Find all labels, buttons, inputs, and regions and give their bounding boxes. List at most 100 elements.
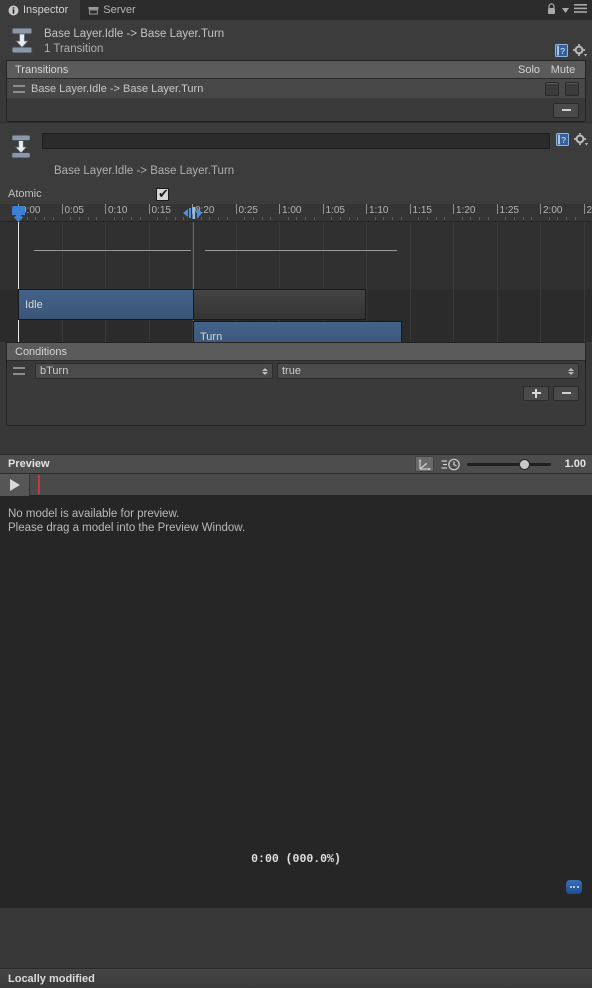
- timeline-tick-label: 1:05: [325, 205, 345, 216]
- timeline-gridline: [105, 222, 106, 342]
- timeline-tick-label: 1:25: [499, 205, 519, 216]
- remove-condition-button[interactable]: [553, 385, 579, 401]
- timeline-tick: [583, 204, 585, 214]
- mute-toggle[interactable]: [565, 81, 579, 96]
- info-icon: [8, 5, 19, 16]
- transition-name-input[interactable]: [42, 133, 550, 149]
- timeline-gridline: [496, 222, 498, 342]
- transitions-panel-footer: [7, 99, 585, 121]
- timeline-subtick: [44, 217, 46, 220]
- transition-timeline[interactable]: 0:00 0:05 0:10 0:15 0:20 0:25 1:00 1:05 1:10 1:15…: [0, 204, 592, 342]
- timeline-subtick: [113, 217, 115, 220]
- condition-value-dropdown[interactable]: true: [277, 363, 579, 379]
- slider-knob[interactable]: [519, 458, 530, 470]
- add-condition-button[interactable]: [523, 385, 549, 401]
- chevron-down-icon[interactable]: [562, 4, 569, 16]
- hamburger-menu-icon[interactable]: [574, 3, 587, 17]
- timeline-tracks[interactable]: Idle Turn: [0, 222, 592, 342]
- timeline-tick: [322, 204, 324, 214]
- preview-speed-slider[interactable]: [467, 456, 551, 472]
- preview-playhead[interactable]: [38, 475, 40, 494]
- chevron-updown-icon: [262, 367, 268, 375]
- condition-value: true: [282, 365, 301, 377]
- transitions-panel: Transitions Solo Mute Base Layer.Idle ->…: [6, 60, 586, 122]
- timeline-start-marker-icon[interactable]: [12, 206, 25, 220]
- preview-title: Preview: [8, 458, 50, 470]
- timeline-subtick: [479, 217, 481, 220]
- playback-speed-clock-icon[interactable]: [441, 456, 460, 472]
- timeline-tick-label: 0:05: [64, 205, 84, 216]
- solo-toggle[interactable]: [545, 81, 559, 96]
- timeline-subtick: [70, 217, 72, 220]
- preview-playback-bar[interactable]: [0, 473, 592, 496]
- timeline-tick: [366, 204, 367, 214]
- timeline-gridline: [583, 222, 585, 342]
- remove-transition-button[interactable]: [553, 102, 579, 118]
- timeline-upper-band: [0, 222, 592, 290]
- transition-icon: [10, 133, 32, 161]
- timeline-subtick: [548, 217, 550, 220]
- tab-inspector-label: Inspector: [23, 4, 69, 16]
- timeline-subtick: [566, 217, 568, 220]
- timeline-tick-label: 1:15: [412, 205, 432, 216]
- timeline-subtick: [270, 217, 272, 220]
- timeline-subtick: [287, 217, 289, 220]
- timeline-subtick: [261, 217, 263, 220]
- timeline-tick: [453, 204, 454, 214]
- preview-header: Preview 1.00: [0, 454, 592, 474]
- timeline-subtick: [226, 217, 228, 220]
- atomic-label: Atomic: [8, 188, 42, 200]
- chevron-updown-icon: [568, 367, 574, 375]
- tab-server[interactable]: Server: [80, 0, 147, 20]
- timeline-tick: [235, 204, 237, 214]
- condition-parameter-dropdown[interactable]: bTurn: [35, 363, 273, 379]
- timeline-subtick: [513, 217, 515, 220]
- play-icon[interactable]: [0, 473, 30, 496]
- timeline-tick-label: 1:00: [282, 205, 302, 216]
- conditions-panel: Conditions bTurn true: [6, 342, 586, 426]
- source-curve-line: [34, 250, 191, 251]
- table-row[interactable]: Base Layer.Idle -> Base Layer.Turn: [7, 79, 585, 99]
- drag-handle-icon[interactable]: [13, 84, 25, 93]
- timeline-ruler[interactable]: 0:00 0:05 0:10 0:15 0:20 0:25 1:00 1:05 1:10 1:15…: [0, 204, 592, 222]
- gear-icon[interactable]: [573, 44, 587, 60]
- timeline-subtick: [122, 217, 124, 220]
- slider-track: [467, 462, 551, 466]
- timeline-gridline: [148, 222, 150, 342]
- checkmark-icon: ✔: [158, 186, 169, 202]
- timeline-subtick: [165, 217, 167, 220]
- transition-detail-controls: ?: [556, 133, 588, 149]
- source-clip-label: Idle: [25, 298, 43, 311]
- source-clip[interactable]: Idle: [18, 289, 194, 320]
- preview-speed-value: 1.00: [564, 458, 586, 470]
- conditions-panel-title: Conditions: [15, 345, 67, 358]
- gear-icon[interactable]: [574, 133, 588, 149]
- timeline-subtick: [348, 217, 350, 220]
- timeline-subtick: [418, 217, 420, 220]
- timeline-tick-label: 1:20: [456, 205, 476, 216]
- atomic-checkbox[interactable]: ✔: [156, 186, 169, 202]
- timeline-tick: [148, 204, 150, 214]
- timeline-tick-label: 2:00: [543, 205, 563, 216]
- preview-canvas[interactable]: No model is available for preview. Pleas…: [0, 496, 592, 908]
- timeline-subtick: [357, 217, 359, 220]
- timeline-tick: [540, 204, 541, 214]
- help-book-icon[interactable]: ?: [555, 44, 568, 60]
- lock-icon[interactable]: [546, 2, 557, 18]
- pivot-axis-icon[interactable]: [415, 456, 434, 472]
- timeline-subtick: [339, 217, 341, 220]
- timeline-subtick: [522, 217, 524, 220]
- tab-inspector[interactable]: Inspector: [0, 0, 81, 20]
- more-options-icon[interactable]: [566, 880, 582, 894]
- timeline-tick-label: 2: [586, 205, 592, 216]
- timeline-tick-label: 0:10: [108, 205, 128, 216]
- drag-handle-icon[interactable]: [13, 367, 25, 375]
- source-clip-tail[interactable]: [193, 289, 366, 320]
- help-book-icon[interactable]: ?: [556, 133, 569, 149]
- status-badge: Locally modified: [8, 972, 95, 985]
- transition-duration-handle-icon[interactable]: [182, 206, 206, 220]
- timeline-gridline: [61, 222, 63, 342]
- destination-clip[interactable]: Turn: [193, 321, 402, 342]
- destination-curve-line: [205, 250, 397, 251]
- column-header-solo: Solo: [517, 63, 541, 76]
